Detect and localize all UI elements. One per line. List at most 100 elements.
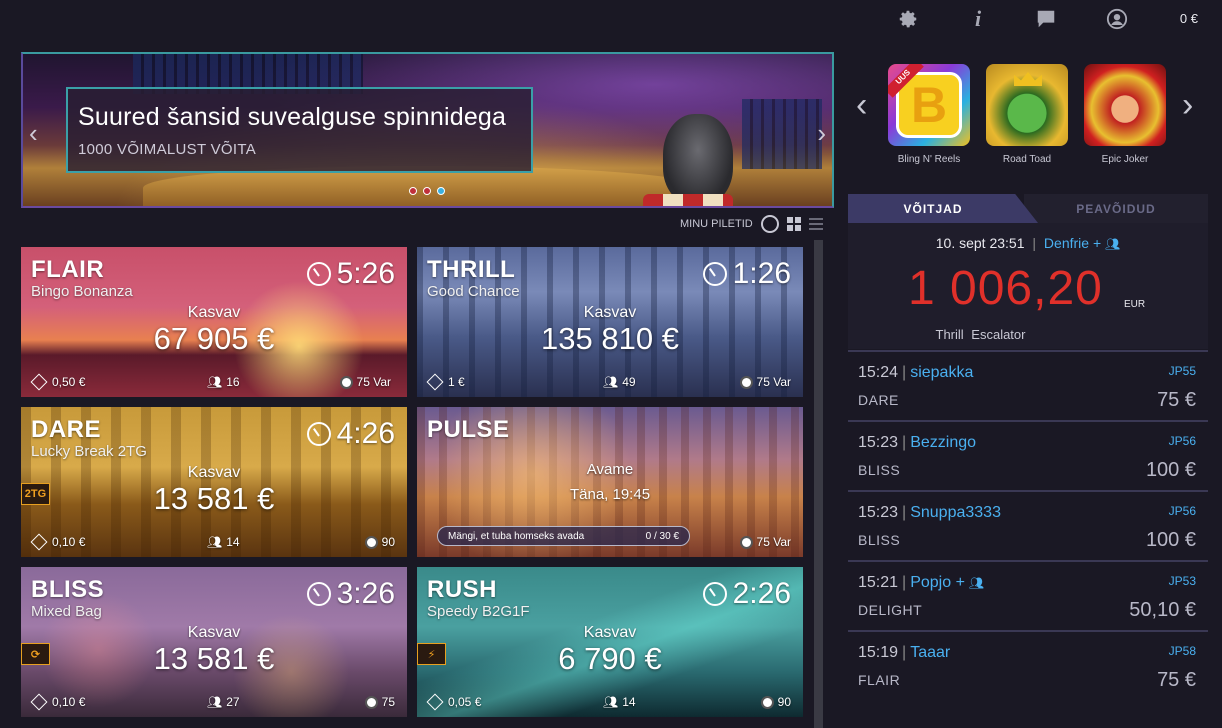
room-card-rush[interactable]: RUSH Speedy B2G1F 2:26 ⚡ Kasvav 6 790 € … [417, 567, 803, 717]
players-icon: 👥︎ [207, 375, 223, 389]
room-timer: 2:26 [702, 577, 791, 611]
game-tile[interactable]: B UUS Bling N' Reels [888, 64, 970, 165]
ball-icon [364, 535, 378, 549]
winner-row[interactable]: 15:23 | Snuppa3333 JP56 BLISS 100 € [848, 490, 1208, 560]
gear-icon[interactable] [895, 6, 921, 32]
winner-username: Taaar [910, 644, 951, 661]
room-subtitle: Mixed Bag [31, 603, 102, 620]
winner-time: 15:19 [858, 644, 899, 661]
banner-next-arrow[interactable]: › [817, 118, 826, 149]
winner-time: 15:24 [858, 364, 899, 381]
players-icon: 👥︎ [207, 535, 223, 549]
top-winner-datetime: 10. sept 23:51 [935, 235, 1025, 251]
winner-amount: 100 € [1145, 529, 1196, 551]
room-subtitle: Lucky Break 2TG [31, 443, 147, 460]
balance-amount[interactable]: 0 € [1180, 11, 1198, 26]
unlock-progress-text: Mängi, et tuba homseks avada [448, 530, 585, 542]
jackpot-amount: 13 581 € [153, 481, 275, 516]
room-name: RUSH [427, 576, 498, 603]
separator: | [902, 644, 907, 661]
top-winner-meta: 10. sept 23:51 | Denfrie + 👥︎ [848, 235, 1208, 251]
room-name: THRILL [427, 256, 516, 283]
top-winner-username[interactable]: Denfrie + [1044, 235, 1101, 251]
winner-row[interactable]: 15:24 | siepakka JP55 DARE 75 € [848, 350, 1208, 420]
room-timer: 5:26 [306, 257, 395, 291]
ticket-price: 0,05 € [426, 693, 481, 711]
ticket-price: 0,10 € [30, 693, 85, 711]
clock-icon [702, 582, 727, 606]
ticket-price: 0,50 € [30, 373, 85, 391]
room-subtitle: Good Chance [427, 283, 520, 300]
players-icon: 👥︎ [603, 375, 619, 389]
chat-icon[interactable] [1033, 6, 1059, 32]
room-timer: 3:26 [306, 577, 395, 611]
clock-icon [306, 582, 331, 606]
games-prev-arrow[interactable]: ‹ [856, 86, 867, 125]
grid-view-icon[interactable] [786, 217, 801, 231]
room-card-bliss[interactable]: BLISS Mixed Bag 3:26 ⟳ Kasvav 13 581 € 0… [21, 567, 407, 717]
winner-jackpot-code: JP53 [1168, 574, 1196, 588]
room-subtitle: Bingo Bonanza [31, 283, 133, 300]
winner-line: 15:24 | siepakka [858, 364, 973, 382]
room-card-pulse[interactable]: PULSE Avame Täna, 19:45 Mängi, et tuba h… [417, 407, 803, 557]
banner-circus-drum [643, 194, 733, 206]
ball-type: 90 [760, 695, 791, 709]
my-tickets-label[interactable]: MINU PILETID [680, 218, 753, 230]
banner-subtitle: 1000 VÕIMALUST VÕITA [78, 141, 257, 158]
game-name: Epic Joker [1101, 154, 1149, 165]
games-next-arrow[interactable]: › [1182, 86, 1193, 125]
game-thumbnail: B UUS [888, 64, 970, 146]
game-tile[interactable]: Epic Joker [1084, 64, 1166, 165]
banner-dot[interactable] [409, 187, 417, 195]
friends-icon: 👥︎ [968, 576, 985, 590]
winner-room: DELIGHT [858, 602, 923, 618]
winner-jackpot-code: JP56 [1168, 434, 1196, 448]
winner-row[interactable]: 15:21 | Popjo + 👥︎ JP53 DELIGHT 50,10 € [848, 560, 1208, 630]
ball-icon [364, 695, 378, 709]
room-card-thrill[interactable]: THRILL Good Chance 1:26 Kasvav 135 810 €… [417, 247, 803, 397]
unlock-progress-bar[interactable]: Mängi, et tuba homseks avada 0 / 30 € [437, 526, 690, 546]
room-card-flair[interactable]: FLAIR Bingo Bonanza 5:26 Kasvav 67 905 €… [21, 247, 407, 397]
top-bar: i 0 € [0, 0, 1222, 38]
winner-row[interactable]: 15:19 | Taaar JP58 FLAIR 75 € [848, 630, 1208, 700]
banner-prev-arrow[interactable]: ‹ [29, 118, 38, 149]
separator: | [902, 434, 907, 451]
winner-row[interactable]: 15:23 | Bezzingo JP56 BLISS 100 € [848, 420, 1208, 490]
banner-title: Suured šansid suvealguse spinnidega [78, 103, 507, 131]
tab-winners[interactable]: VÕITJAD [848, 194, 1038, 223]
game-tile[interactable]: Road Toad [986, 64, 1068, 165]
room-name: DARE [31, 416, 102, 443]
rooms-scrollbar[interactable] [814, 240, 823, 728]
winner-username: Bezzingo [910, 434, 977, 451]
clock-icon [702, 262, 727, 286]
winner-amount: 50,10 € [1129, 599, 1196, 621]
winner-line: 15:19 | Taaar [858, 644, 950, 662]
ticket-icon [426, 693, 444, 711]
game-thumbnail [1084, 64, 1166, 146]
promo-banner[interactable]: Suured šansid suvealguse spinnidega 1000… [21, 52, 834, 208]
winner-username: Snuppa3333 [910, 504, 1001, 521]
separator: | [902, 364, 907, 381]
players-icon: 👥︎ [207, 695, 223, 709]
separator: | [902, 504, 907, 521]
banner-seal-image [663, 114, 733, 204]
ball-icon [739, 535, 753, 549]
info-icon[interactable]: i [965, 6, 991, 32]
game-thumbnail [986, 64, 1068, 146]
winner-jackpot-code: JP55 [1168, 364, 1196, 378]
list-view-icon[interactable] [808, 218, 823, 230]
ball-type: 75 Var [339, 375, 391, 389]
room-card-dare[interactable]: DARE Lucky Break 2TG 4:26 2TG Kasvav 13 … [21, 407, 407, 557]
ticket-icon [30, 533, 48, 551]
user-icon[interactable] [1104, 6, 1130, 32]
jackpot-amount: 135 810 € [541, 321, 679, 356]
banner-dot-active[interactable] [437, 187, 445, 195]
jackpot-label: Kasvav [583, 624, 637, 641]
banner-dot[interactable] [423, 187, 431, 195]
my-tickets-bar: MINU PILETID [680, 213, 823, 235]
ball-type: 75 Var [739, 375, 791, 389]
tab-jackpots[interactable]: PEAVÕIDUD [1024, 194, 1208, 223]
unlock-progress-value: 0 / 30 € [645, 530, 679, 542]
tickets-ring-icon[interactable] [760, 215, 779, 233]
room-name: PULSE [427, 416, 510, 443]
